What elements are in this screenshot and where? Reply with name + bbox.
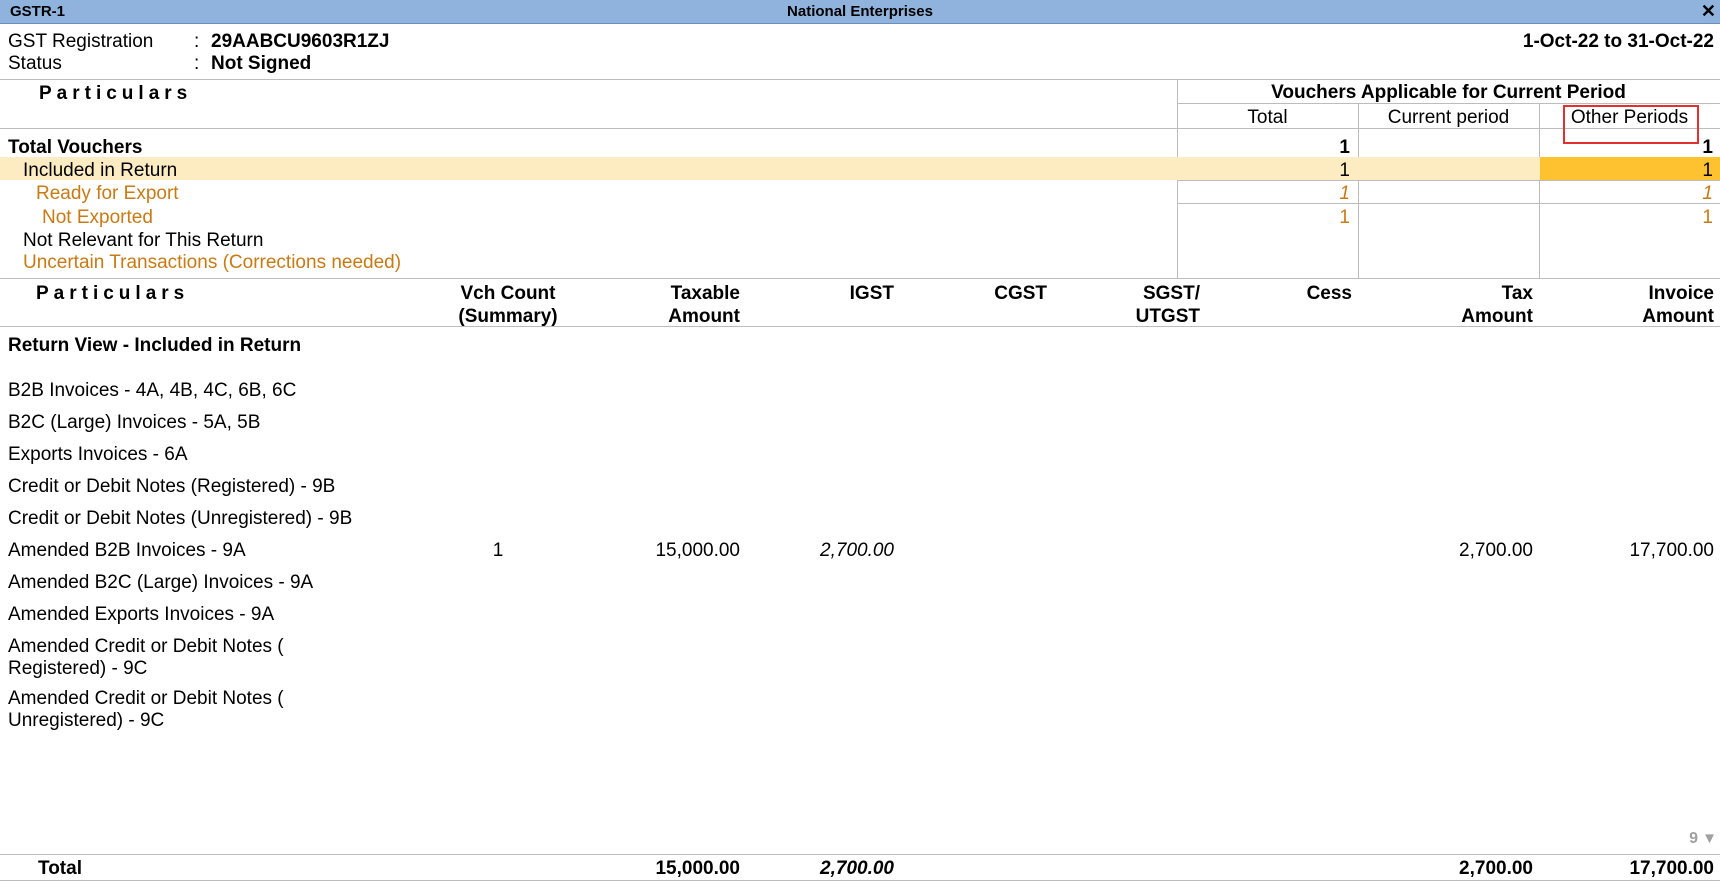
row-igst[interactable]: 2,700.00	[730, 540, 894, 562]
summary-row-label[interactable]: Ready for Export	[36, 183, 179, 205]
colon: :	[194, 53, 200, 74]
summary-row-other[interactable]: 1	[1539, 207, 1713, 229]
period-range[interactable]: 1-Oct-22 to 31-Oct-22	[1523, 31, 1714, 53]
header-invoice-amount: Invoice	[1648, 283, 1714, 304]
divider	[1358, 103, 1359, 278]
particulars-heading: Particulars	[36, 283, 190, 304]
divider	[0, 79, 1720, 80]
company-name: National Enterprises	[787, 3, 933, 20]
header-igst: IGST	[849, 283, 894, 304]
column-total[interactable]: Total	[1177, 107, 1358, 129]
header-vch-count: (Summary)	[458, 306, 558, 327]
column-current-period[interactable]: Current period	[1358, 107, 1539, 129]
gst-registration-label: GST Registration	[8, 31, 154, 52]
total-tax-amount: 2,700.00	[1459, 858, 1533, 879]
header-cess: Cess	[1306, 283, 1352, 304]
divider	[0, 854, 1720, 855]
list-item-continuation[interactable]: Unregistered) - 9C	[8, 710, 164, 732]
row-taxable[interactable]: 15,000.00	[560, 540, 740, 562]
summary-row-label[interactable]: Not Exported	[42, 207, 153, 229]
particulars-heading: Particulars	[39, 83, 193, 104]
close-icon[interactable]: ✕	[1701, 1, 1716, 22]
summary-row-other[interactable]: 1	[1539, 137, 1713, 159]
header-taxable: Taxable	[670, 283, 740, 304]
summary-row-total[interactable]: 1	[1177, 160, 1350, 182]
list-item[interactable]: Credit or Debit Notes (Unregistered) - 9…	[8, 508, 352, 530]
summary-row-label[interactable]: Not Relevant for This Return	[23, 230, 263, 252]
row-tax-amount[interactable]: 2,700.00	[1352, 540, 1533, 562]
list-item-continuation[interactable]: Registered) - 9C	[8, 658, 147, 680]
scroll-down-icon[interactable]: ▼	[1702, 830, 1717, 847]
list-item[interactable]: Amended Credit or Debit Notes (	[8, 688, 284, 710]
header-sgst-utgst: SGST/	[1142, 283, 1200, 304]
list-item[interactable]: Amended B2B Invoices - 9A	[8, 540, 246, 562]
list-item[interactable]: B2B Invoices - 4A, 4B, 4C, 6B, 6C	[8, 380, 296, 402]
gst-registration-value: 29AABCU9603R1ZJ	[211, 31, 390, 52]
total-taxable: 15,000.00	[655, 858, 740, 879]
header-tax-amount: Tax	[1501, 283, 1533, 304]
header-sgst-utgst: UTGST	[1135, 306, 1200, 327]
summary-row-label[interactable]: Included in Return	[23, 160, 177, 182]
list-item[interactable]: Amended B2C (Large) Invoices - 9A	[8, 572, 313, 594]
list-item[interactable]: Amended Credit or Debit Notes (	[8, 636, 284, 658]
row-invoice-amount[interactable]: 17,700.00	[1530, 540, 1714, 562]
divider	[0, 278, 1720, 279]
summary-row-other[interactable]: 1	[1539, 183, 1713, 205]
header-taxable: Amount	[668, 306, 740, 327]
list-item[interactable]: Credit or Debit Notes (Registered) - 9B	[8, 476, 335, 498]
header-vch-count: Vch Count	[460, 283, 556, 304]
list-item[interactable]: Amended Exports Invoices - 9A	[8, 604, 274, 626]
selected-row-highlight	[0, 157, 1720, 180]
status-value: Not Signed	[211, 53, 312, 74]
total-invoice-amount: 17,700.00	[1629, 858, 1714, 879]
header-invoice-amount: Amount	[1642, 306, 1714, 327]
section-title: Return View - Included in Return	[8, 335, 302, 356]
header-cgst: CGST	[994, 283, 1047, 304]
list-item[interactable]: B2C (Large) Invoices - 5A, 5B	[8, 412, 260, 434]
window-title-bar: GSTR-1 National Enterprises ✕	[0, 0, 1720, 24]
total-label: Total	[38, 858, 82, 879]
summary-row-total[interactable]: 1	[1177, 183, 1350, 205]
summary-row-label[interactable]: Uncertain Transactions (Corrections need…	[23, 252, 401, 274]
page-indicator: 9	[1689, 830, 1698, 847]
colon: :	[194, 31, 200, 52]
list-item[interactable]: Exports Invoices - 6A	[8, 444, 188, 466]
summary-row-total[interactable]: 1	[1177, 207, 1350, 229]
row-vch-count[interactable]: 1	[438, 540, 558, 562]
summary-row-label[interactable]: Total Vouchers	[8, 137, 142, 159]
header-tax-amount: Amount	[1461, 306, 1533, 327]
status-label: Status	[8, 53, 62, 74]
summary-row-total[interactable]: 1	[1177, 137, 1350, 159]
summary-row-other[interactable]: 1	[1539, 160, 1713, 182]
total-igst: 2,700.00	[820, 858, 894, 879]
vouchers-applicable-heading: Vouchers Applicable for Current Period	[1271, 82, 1626, 103]
